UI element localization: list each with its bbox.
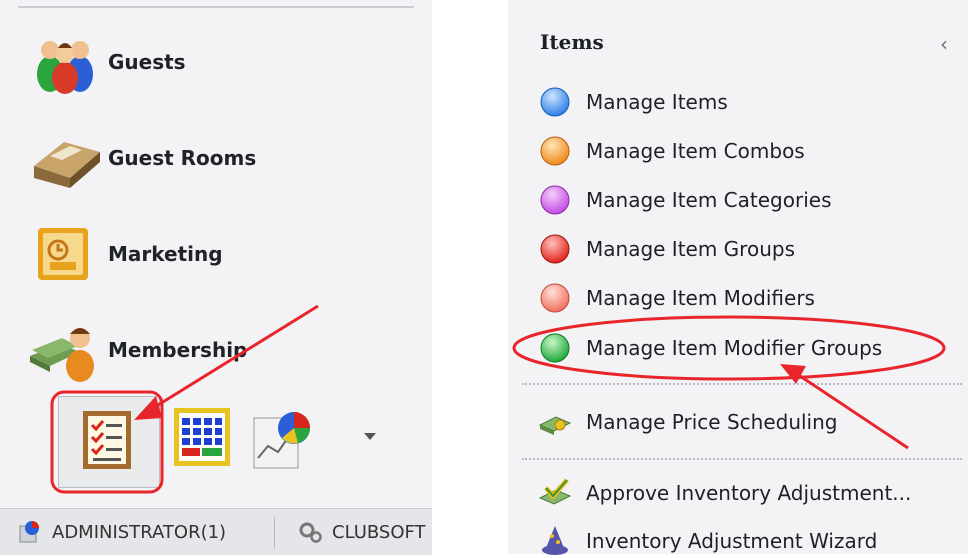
status-separator [274,517,275,549]
menu-item-manage-item-modifiers[interactable]: Manage Item Modifiers [538,281,815,315]
nav-item-guest-rooms[interactable]: Guest Rooms [30,126,410,190]
nav-label-marketing: Marketing [108,242,223,266]
menu-item-manage-item-groups[interactable]: Manage Item Groups [538,232,795,266]
left-navigation-panel: Guests Guest Rooms Marketing Membership … [0,0,432,555]
items-panel: Items ‹ Manage Items Manage Item Combos … [508,0,968,555]
user-pie-icon [19,521,39,543]
status-app[interactable]: CLUBSOFT [298,509,426,555]
nav-item-marketing[interactable]: Marketing [30,222,410,286]
nav-item-membership[interactable]: Membership [30,318,410,382]
panel-top-divider [18,6,414,8]
menu-item-inventory-adjustment-wizard[interactable]: Inventory Adjustment Wizard [538,524,877,558]
status-app-label: CLUBSOFT [332,521,426,543]
menu-separator [522,458,962,460]
approve-check-icon [538,478,572,505]
menu-item-manage-item-combos[interactable]: Manage Item Combos [538,134,805,168]
menu-label: Inventory Adjustment Wizard [586,529,878,553]
blue-orb-icon [540,87,570,117]
menu-item-manage-item-categories[interactable]: Manage Item Categories [538,183,832,217]
menu-item-approve-inventory-adjustment[interactable]: Approve Inventory Adjustment... [538,476,911,510]
menu-item-manage-price-scheduling[interactable]: Manage Price Scheduling [538,405,837,439]
checklist-icon [83,411,131,469]
purple-orb-icon [540,185,570,215]
money-icon [538,416,572,435]
menu-label: Manage Item Modifiers [586,286,815,310]
status-bar: ADMINISTRATOR(1) CLUBSOFT [0,508,432,555]
more-shortcuts-dropdown-icon[interactable] [362,430,378,442]
nav-label-guest-rooms: Guest Rooms [108,146,257,170]
nav-label-guests: Guests [108,50,186,74]
panel-title: Items [540,30,604,54]
shortcut-checklist-button[interactable] [58,396,160,488]
shortcut-calendar-grid-button[interactable] [164,398,242,476]
status-user-label: ADMINISTRATOR(1) [52,521,227,543]
menu-label: Manage Item Modifier Groups [586,336,883,360]
collapse-chevron-icon[interactable]: ‹ [940,32,948,56]
pie-chart-report-icon [253,412,310,469]
menu-label: Manage Item Categories [586,188,832,212]
menu-label: Manage Items [586,90,728,114]
menu-label: Manage Item Combos [586,139,805,163]
menu-label: Manage Price Scheduling [586,410,838,434]
membership-icon [30,328,94,382]
nav-item-guests[interactable]: Guests [30,30,410,94]
marketing-icon [38,228,88,280]
menu-label: Manage Item Groups [586,237,795,261]
menu-item-manage-item-modifier-groups[interactable]: Manage Item Modifier Groups [538,331,882,365]
guest-rooms-icon [34,142,100,188]
menu-separator [522,383,962,385]
gears-icon [299,522,322,543]
wizard-icon [542,526,568,555]
menu-item-manage-items[interactable]: Manage Items [538,85,728,119]
salmon-orb-icon [540,283,570,313]
menu-label: Approve Inventory Adjustment... [586,481,912,505]
red-orb-icon [540,234,570,264]
calendar-grid-icon [174,408,230,466]
shortcut-report-button[interactable] [248,398,326,476]
guests-icon [37,41,93,94]
green-orb-icon [540,333,570,363]
orange-orb-icon [540,136,570,166]
status-user[interactable]: ADMINISTRATOR(1) [18,509,226,555]
nav-label-membership: Membership [108,338,248,362]
